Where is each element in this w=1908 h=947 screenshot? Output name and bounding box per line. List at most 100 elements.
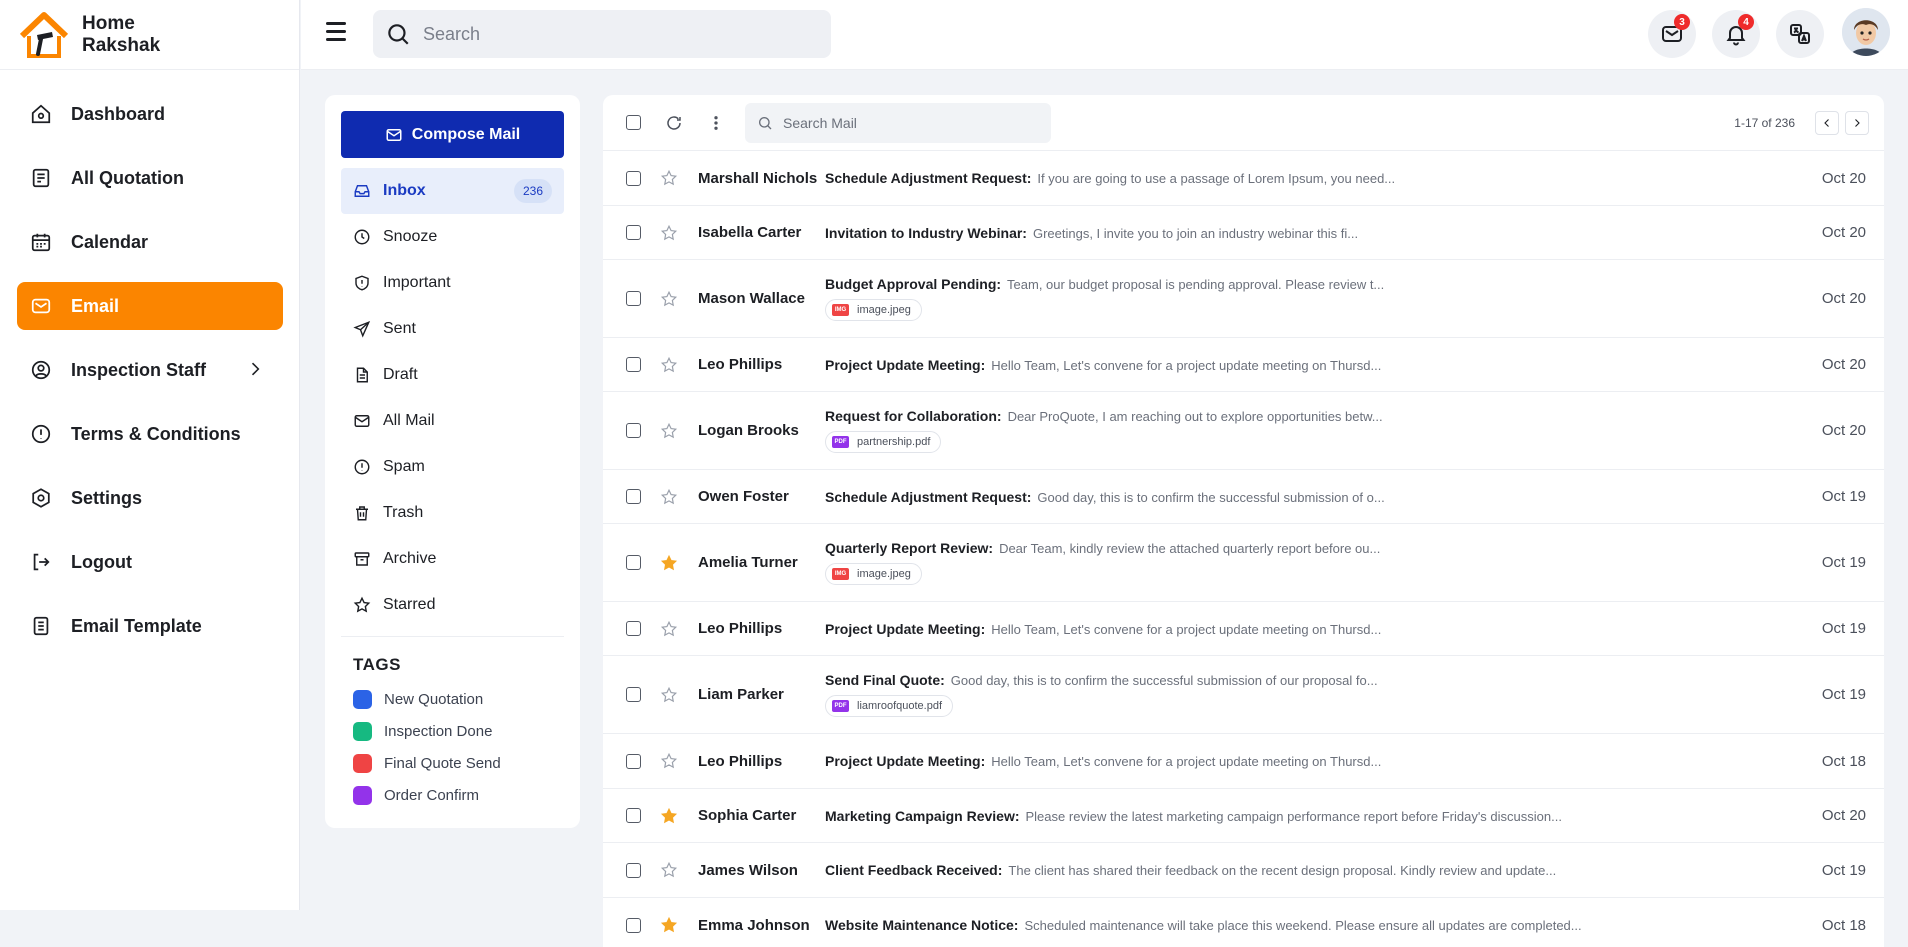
folder-spam[interactable]: Spam [341,444,564,490]
row-checkbox[interactable] [626,291,641,306]
star-icon[interactable] [660,356,678,374]
attachment-chip[interactable]: IMG image.jpeg [825,299,922,321]
star-filled-icon[interactable] [660,807,678,825]
star-icon[interactable] [660,290,678,308]
translate-button[interactable] [1776,10,1824,58]
sidebar-item-settings[interactable]: Settings [17,474,283,522]
mail-row[interactable]: Leo Phillips Project Update Meeting: Hell… [603,602,1884,656]
attachment-name: image.jpeg [857,304,911,316]
mail-row[interactable]: Liam Parker Send Final Quote: Good day, t… [603,656,1884,734]
attachment-chip[interactable]: IMG image.jpeg [825,563,922,585]
folder-trash[interactable]: Trash [341,490,564,536]
refresh-button[interactable] [665,114,683,132]
mail-preview: Scheduled maintenance will take place th… [1024,918,1582,933]
folder-label: Sent [383,320,416,337]
sidebar-item-all-quotation[interactable]: All Quotation [17,154,283,202]
mail-row[interactable]: Owen Foster Schedule Adjustment Request:… [603,470,1884,524]
row-checkbox[interactable] [626,862,641,878]
tag-inspection-done[interactable]: Inspection Done [341,715,564,747]
mail-button[interactable]: 3 [1648,10,1696,58]
mail-search-input[interactable] [783,114,1033,131]
mail-row[interactable]: Logan Brooks Request for Collaboration: D… [603,392,1884,470]
mail-row[interactable]: Mason Wallace Budget Approval Pending: Te… [603,260,1884,338]
mail-row[interactable]: Marshall Nichols Schedule Adjustment Req… [603,151,1884,206]
sidebar-item-label: Email Template [71,615,202,636]
row-checkbox[interactable] [626,687,641,702]
mail-date: Oct 19 [1821,686,1866,703]
mail-row[interactable]: Sophia Carter Marketing Campaign Review:… [603,789,1884,843]
tag-order-confirm[interactable]: Order Confirm [341,779,564,811]
folder-all-mail[interactable]: All Mail [341,398,564,444]
sidebar-item-inspection-staff[interactable]: Inspection Staff [17,346,283,394]
global-search-input[interactable] [423,23,803,45]
folder-inbox[interactable]: Inbox 236 [341,168,564,214]
more-options-button[interactable] [707,114,725,132]
menu-toggle-icon[interactable] [326,22,352,46]
mail-content: Quarterly Report Review: Dear Team, kindl… [825,540,1884,585]
star-icon[interactable] [660,752,678,770]
notifications-button[interactable]: 4 [1712,10,1760,58]
attachment-chip[interactable]: PDF liamroofquote.pdf [825,695,953,717]
star-icon[interactable] [660,488,678,506]
star-icon[interactable] [660,620,678,638]
sidebar-item-terms[interactable]: Terms & Conditions [17,410,283,458]
sidebar-item-email-template[interactable]: Email Template [17,602,283,650]
folder-archive[interactable]: Archive [341,536,564,582]
next-page-button[interactable] [1845,111,1869,135]
sidebar-item-label: Email [71,295,120,316]
tag-list: New Quotation Inspection Done Final Quot… [341,683,564,811]
mail-row[interactable]: Isabella Carter Invitation to Industry W… [603,206,1884,260]
inbox-icon [354,185,370,197]
folder-draft[interactable]: Draft [341,352,564,398]
row-checkbox[interactable] [626,808,641,823]
star-icon[interactable] [660,224,678,242]
brand[interactable]: Home Rakshak [0,0,299,70]
row-checkbox[interactable] [626,489,641,504]
row-checkbox[interactable] [626,621,641,636]
mail-row[interactable]: Leo Phillips Project Update Meeting: Hell… [603,734,1884,789]
tag-final-quote-send[interactable]: Final Quote Send [341,747,564,779]
mail-date: Oct 19 [1821,861,1866,879]
mail-row[interactable]: Amelia Turner Quarterly Report Review: De… [603,524,1884,602]
mail-sender: Leo Phillips [698,620,783,637]
row-checkbox[interactable] [626,423,641,438]
row-checkbox[interactable] [626,555,641,570]
star-icon[interactable] [660,686,678,704]
select-all-checkbox[interactable] [626,115,641,130]
chevron-right-icon [245,359,265,384]
star-icon[interactable] [660,861,678,879]
mail-sender: Marshall Nichols [698,169,818,187]
mail-preview: Hello Team, Let's convene for a project … [991,754,1382,769]
row-checkbox[interactable] [626,225,641,240]
mail-icon [354,415,370,427]
sidebar-item-email[interactable]: Email [17,282,283,330]
star-icon[interactable] [660,169,678,187]
mail-row[interactable]: James Wilson Client Feedback Received: Th… [603,843,1884,898]
folder-sent[interactable]: Sent [341,306,564,352]
folder-snooze[interactable]: Snooze [341,214,564,260]
mail-sender: Owen Foster [698,488,789,505]
mail-row[interactable]: Emma Johnson Website Maintenance Notice:… [603,898,1884,947]
compose-mail-button[interactable]: Compose Mail [341,111,564,158]
sidebar-item-dashboard[interactable]: Dashboard [17,90,283,138]
row-checkbox[interactable] [626,753,641,769]
prev-page-button[interactable] [1815,111,1839,135]
sidebar-item-logout[interactable]: Logout [17,538,283,586]
star-filled-icon[interactable] [660,554,678,572]
row-checkbox[interactable] [626,170,641,186]
row-checkbox[interactable] [626,917,641,933]
mail-row[interactable]: Leo Phillips Project Update Meeting: Hell… [603,338,1884,392]
row-checkbox[interactable] [626,357,641,372]
mail-subject: Project Update Meeting: [825,753,986,769]
folder-label: Archive [383,550,437,567]
user-avatar[interactable] [1842,8,1890,56]
folder-starred[interactable]: Starred [341,582,564,628]
star-filled-icon[interactable] [660,916,678,934]
folder-important[interactable]: Important [341,260,564,306]
shield-alert-icon [355,275,369,291]
star-icon[interactable] [660,422,678,440]
attachment-chip[interactable]: PDF partnership.pdf [825,431,942,453]
compose-mail-label: Compose Mail [411,125,521,143]
sidebar-item-calendar[interactable]: Calendar [17,218,283,266]
tag-new-quotation[interactable]: New Quotation [341,683,564,715]
